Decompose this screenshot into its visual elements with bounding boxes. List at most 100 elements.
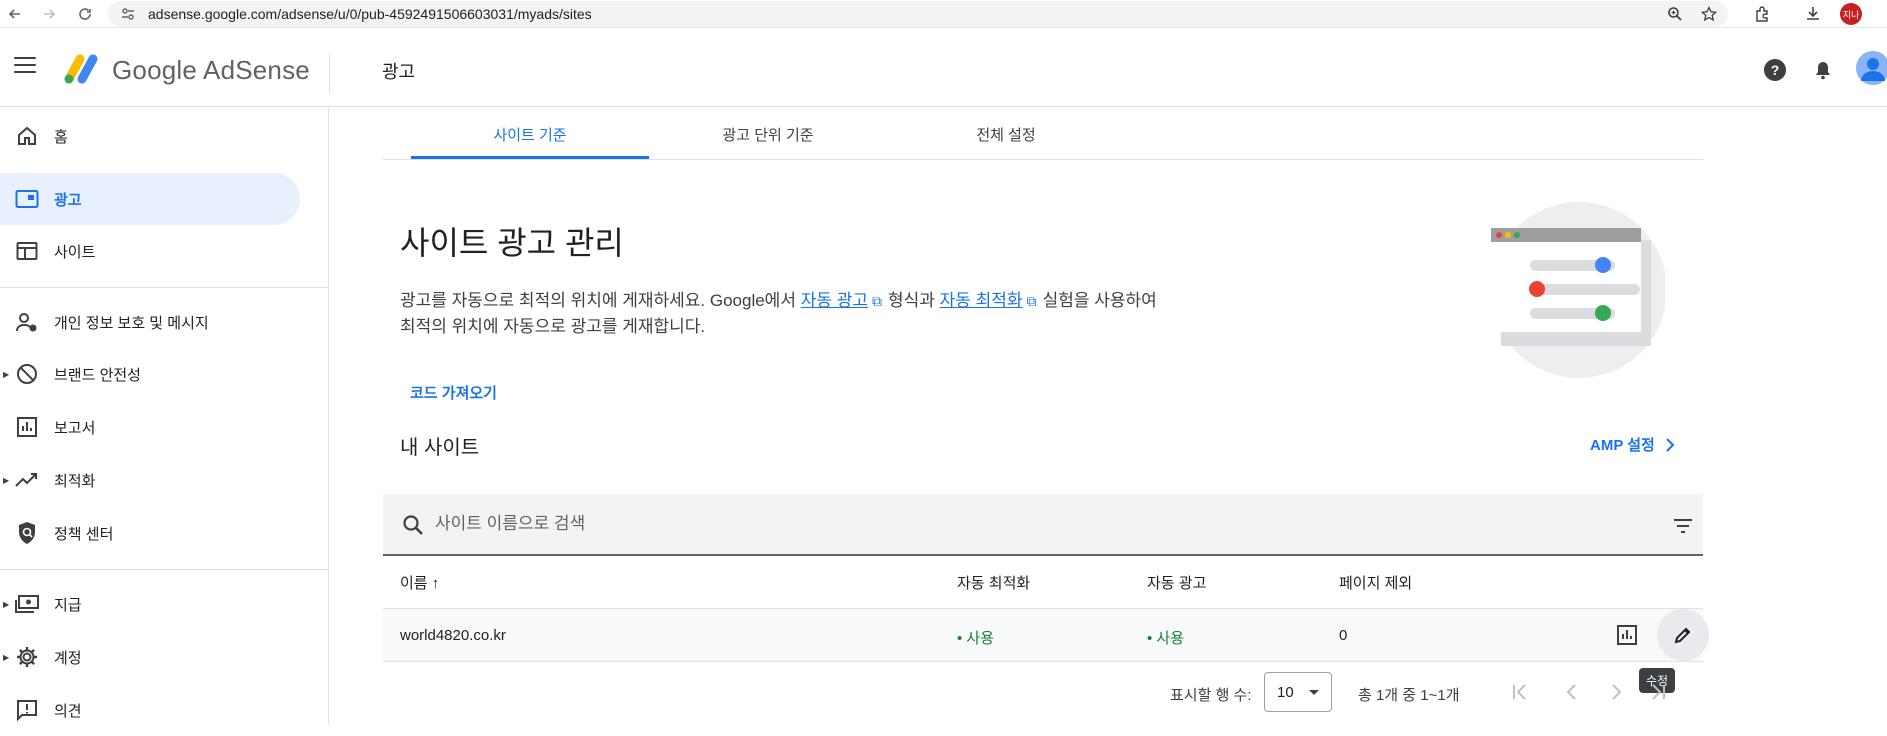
desc-text: 형식과 xyxy=(887,291,940,310)
sidebar-item-feedback[interactable]: 의견 xyxy=(0,684,300,736)
policy-shield-icon xyxy=(15,521,39,545)
sidebar-item-optimization[interactable]: ▶ 최적화 xyxy=(0,454,300,506)
sidebar-item-label: 최적화 xyxy=(54,472,96,490)
auto-optimize-link[interactable]: 자동 최적화 xyxy=(940,291,1023,310)
open-in-new-icon: ⧉ xyxy=(1026,293,1037,309)
trending-up-icon xyxy=(15,468,39,492)
bookmark-star-icon[interactable] xyxy=(1698,3,1720,25)
sidebar-item-sites[interactable]: 사이트 xyxy=(0,225,300,277)
my-sites-heading: 내 사이트 xyxy=(400,437,480,459)
reload-icon[interactable] xyxy=(70,0,100,28)
page-title: 광고 xyxy=(382,62,416,82)
table-row[interactable]: world4820.co.kr • 사용 • 사용 0 xyxy=(383,608,1709,662)
block-icon xyxy=(15,362,39,386)
forward-icon[interactable] xyxy=(34,0,64,28)
expand-caret-icon[interactable]: ▶ xyxy=(3,653,9,662)
browser-toolbar: adsense.google.com/adsense/u/0/pub-45924… xyxy=(0,0,1887,28)
last-page-icon xyxy=(1652,684,1665,700)
main-content: 사이트 기준 광고 단위 기준 전체 설정 사이트 광고 관리 광고를 자동으로… xyxy=(330,108,1887,724)
back-icon[interactable] xyxy=(0,0,30,28)
chevron-left-icon xyxy=(1566,684,1576,700)
sidebar-item-label: 사이트 xyxy=(54,243,96,261)
column-header-auto-ads: 자동 광고 xyxy=(1147,575,1207,592)
site-name-cell[interactable]: world4820.co.kr xyxy=(400,627,506,644)
tab-by-ad-unit[interactable]: 광고 단위 기준 xyxy=(649,108,887,160)
get-code-button[interactable]: 코드 가져오기 xyxy=(400,374,507,410)
first-page-icon xyxy=(1513,684,1526,700)
home-icon xyxy=(15,124,39,148)
edit-site-button[interactable] xyxy=(1657,609,1709,661)
sidebar-item-label: 개인 정보 보호 및 메시지 xyxy=(54,314,209,332)
expand-caret-icon[interactable]: ▶ xyxy=(3,370,9,379)
auto-optimization-status: • 사용 xyxy=(957,630,995,647)
payments-icon xyxy=(15,592,39,616)
prev-page-button[interactable] xyxy=(1556,676,1588,708)
expand-caret-icon[interactable]: ▶ xyxy=(3,476,9,485)
sidebar-item-payments[interactable]: ▶ 지급 xyxy=(0,578,300,630)
tab-bar: 사이트 기준 광고 단위 기준 전체 설정 xyxy=(383,108,1703,160)
desc-text: 광고를 자동으로 최적의 위치에 게재하세요. Google에서 xyxy=(400,291,801,310)
sidebar-item-account[interactable]: ▶ 계정 xyxy=(0,631,300,683)
sidebar-item-label: 홈 xyxy=(54,128,68,146)
sidebar-item-label: 의견 xyxy=(54,702,82,720)
site-report-button[interactable] xyxy=(1607,615,1647,655)
amp-settings-link[interactable]: AMP 설정 xyxy=(1590,434,1675,455)
browser-profile-avatar[interactable]: 지나 xyxy=(1840,3,1862,25)
auto-ads-status: • 사용 xyxy=(1147,630,1185,647)
next-page-button[interactable] xyxy=(1600,676,1632,708)
tab-by-site[interactable]: 사이트 기준 xyxy=(411,108,649,160)
active-tab-indicator xyxy=(411,156,649,159)
last-page-button[interactable] xyxy=(1642,676,1674,708)
dropdown-caret-icon xyxy=(1309,690,1319,695)
site-ads-illustration-icon xyxy=(1491,202,1665,378)
site-info-icon[interactable] xyxy=(120,6,136,27)
sidebar-item-privacy-messaging[interactable]: 개인 정보 보호 및 메시지 xyxy=(0,296,300,348)
tab-label: 사이트 기준 xyxy=(493,126,567,144)
amp-link-label: AMP 설정 xyxy=(1590,437,1655,454)
extensions-icon[interactable] xyxy=(1752,3,1774,25)
site-search-input[interactable] xyxy=(435,508,1335,540)
help-icon[interactable]: ? xyxy=(1762,57,1788,83)
column-header-auto-optimization: 자동 최적화 xyxy=(957,575,1031,592)
search-icon xyxy=(403,515,423,535)
sidebar-item-brand-safety[interactable]: ▶ 브랜드 안전성 xyxy=(0,348,300,400)
url-text: adsense.google.com/adsense/u/0/pub-45924… xyxy=(148,6,592,22)
desc-text: 최적의 위치에 자동으로 광고를 게재합니다. xyxy=(400,317,706,336)
account-avatar-icon[interactable] xyxy=(1856,51,1887,85)
downloads-icon[interactable] xyxy=(1802,3,1824,25)
excluded-pages-count: 0 xyxy=(1339,627,1348,644)
sidebar-nav: 홈 광고 사이트 개인 정보 보호 및 메시지 ▶ 브랜드 안전성 보고서 ▶ xyxy=(0,108,329,724)
sidebar-item-label: 계정 xyxy=(54,649,82,667)
filter-list-icon[interactable] xyxy=(1671,514,1695,538)
address-bar[interactable]: adsense.google.com/adsense/u/0/pub-45924… xyxy=(108,1,1728,27)
sidebar-item-reports[interactable]: 보고서 xyxy=(0,401,300,453)
sidebar-item-label: 보고서 xyxy=(54,419,96,437)
rows-per-page-select[interactable]: 10 xyxy=(1264,672,1332,712)
column-header-name[interactable]: 이름 ↑ xyxy=(400,572,439,593)
app-header: Google AdSense 광고 ? xyxy=(0,29,1887,107)
ads-icon xyxy=(15,187,39,211)
desc-text: 실험을 사용하여 xyxy=(1042,291,1157,310)
settings-icon xyxy=(15,645,39,669)
adsense-logo-icon xyxy=(64,54,98,84)
sidebar-item-ads[interactable]: 광고 xyxy=(0,173,300,225)
sidebar-divider xyxy=(0,569,329,570)
auto-ads-link[interactable]: 자동 광고 xyxy=(801,291,868,310)
sidebar-item-home[interactable]: 홈 xyxy=(0,110,300,162)
tab-label: 전체 설정 xyxy=(976,126,1036,144)
edit-pencil-icon xyxy=(1674,627,1691,644)
main-menu-icon[interactable] xyxy=(14,57,36,75)
sidebar-item-label: 광고 xyxy=(54,191,82,209)
expand-caret-icon[interactable]: ▶ xyxy=(3,600,9,609)
tab-global-settings[interactable]: 전체 설정 xyxy=(887,108,1125,160)
sites-icon xyxy=(15,239,39,263)
site-search-bar xyxy=(383,494,1703,556)
reports-icon xyxy=(15,415,39,439)
chevron-right-icon xyxy=(1612,684,1622,700)
rows-per-page-label: 표시할 행 수: xyxy=(1170,687,1252,704)
product-name: Google AdSense xyxy=(112,55,310,85)
notifications-bell-icon[interactable] xyxy=(1810,57,1836,83)
sidebar-item-policy-center[interactable]: 정책 센터 xyxy=(0,507,300,559)
zoom-icon[interactable] xyxy=(1664,3,1686,25)
first-page-button[interactable] xyxy=(1504,676,1536,708)
